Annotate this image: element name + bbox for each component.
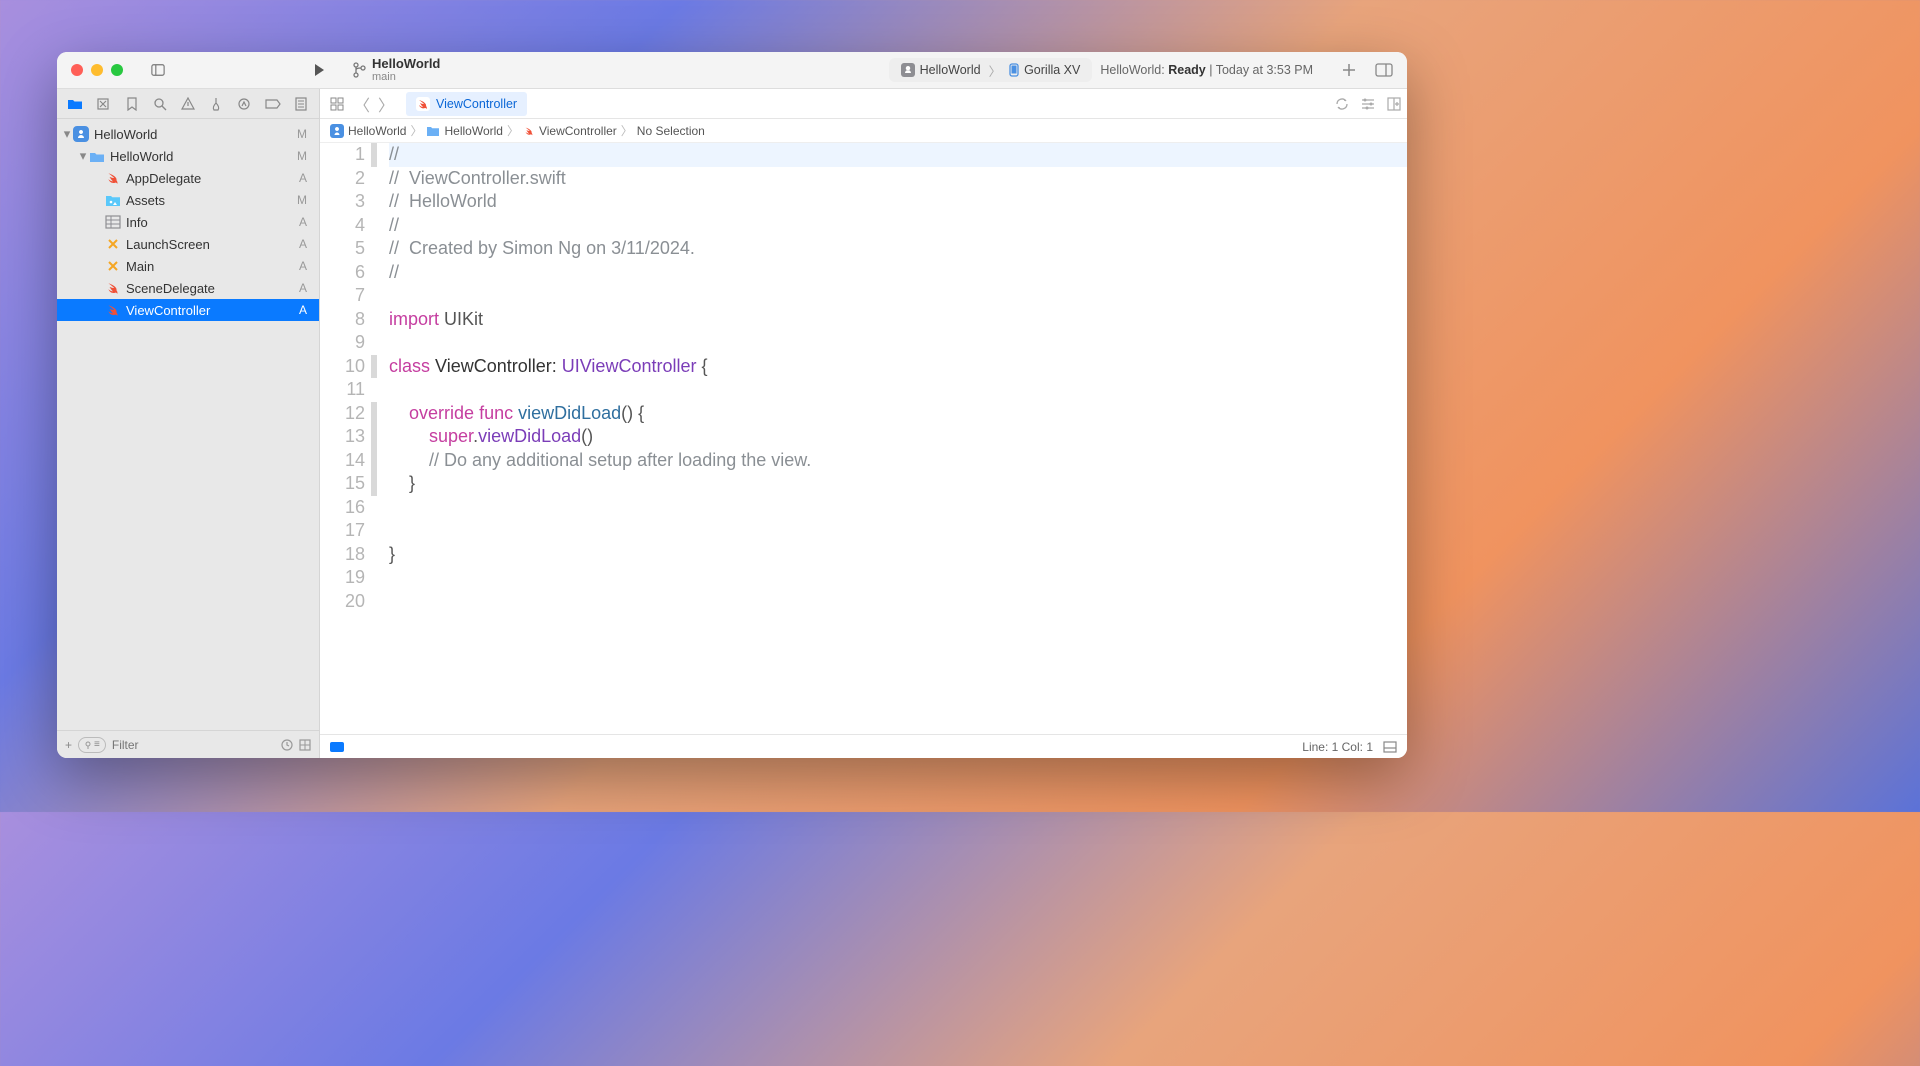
file-label: Assets	[126, 193, 297, 208]
assets-file-icon	[105, 192, 121, 208]
tree-group-folder[interactable]: ▾ HelloWorld M	[57, 145, 319, 167]
toggle-navigator-button[interactable]	[145, 60, 171, 80]
branch-icon	[352, 62, 366, 78]
traffic-lights	[71, 64, 123, 76]
file-label: AppDelegate	[126, 171, 299, 186]
add-button[interactable]	[1341, 62, 1357, 78]
titlebar: HelloWorld main HelloWorld 〉 Gorilla XV …	[57, 52, 1407, 89]
add-editor-button[interactable]	[1387, 97, 1401, 111]
file-scm-status: A	[299, 281, 307, 295]
scheme-target: HelloWorld	[920, 63, 981, 77]
editor-tab[interactable]: ViewController	[406, 92, 527, 116]
close-window-button[interactable]	[71, 64, 83, 76]
xcode-window: HelloWorld main HelloWorld 〉 Gorilla XV …	[57, 52, 1407, 758]
activity-status: HelloWorld: Ready | Today at 3:53 PM	[1100, 63, 1313, 77]
tree-file-appdelegate[interactable]: AppDelegateA	[57, 167, 319, 189]
filter-scope-toggle[interactable]: ≡	[78, 737, 106, 753]
code-content[interactable]: // // ViewController.swift // HelloWorld…	[377, 143, 1407, 734]
file-scm-status: A	[299, 303, 307, 317]
swift-file-icon	[105, 302, 121, 318]
plist-file-icon	[105, 214, 121, 230]
breakpoint-indicator-icon[interactable]	[330, 742, 344, 752]
tree-file-info[interactable]: InfoA	[57, 211, 319, 233]
editor-area: 〈 〉 ViewController HelloWorld 〉 HelloWor…	[320, 89, 1407, 758]
project-icon	[330, 124, 344, 138]
sync-editor-button[interactable]	[1335, 97, 1349, 111]
editor-statusbar: Line: 1 Col: 1	[320, 734, 1407, 758]
storyboard-file-icon	[105, 258, 121, 274]
tree-file-main[interactable]: MainA	[57, 255, 319, 277]
swift-file-icon	[416, 97, 430, 111]
navigator-filter-bar: + ≡	[57, 730, 319, 758]
file-scm-status: A	[299, 259, 307, 273]
nav-back-button[interactable]: 〈	[352, 92, 372, 116]
scm-filter-button[interactable]	[299, 739, 311, 751]
nav-forward-button[interactable]: 〉	[376, 92, 396, 116]
crumb-project[interactable]: HelloWorld	[348, 124, 406, 138]
chevron-down-icon[interactable]: ▾	[77, 148, 89, 164]
navigator-sidebar: ▾ HelloWorld M ▾ HelloWorld M AppDelegat…	[57, 89, 320, 758]
crumb-selection[interactable]: No Selection	[637, 124, 705, 138]
folder-icon	[89, 148, 105, 164]
editor-tabbar: 〈 〉 ViewController	[320, 89, 1407, 119]
library-button[interactable]	[1375, 63, 1393, 77]
bookmark-navigator-tab[interactable]	[121, 97, 143, 111]
file-label: Main	[126, 259, 299, 274]
find-navigator-tab[interactable]	[149, 97, 171, 111]
file-label: SceneDelegate	[126, 281, 299, 296]
swift-file-icon	[523, 125, 535, 137]
zoom-window-button[interactable]	[111, 64, 123, 76]
tree-project-root[interactable]: ▾ HelloWorld M	[57, 123, 319, 145]
file-label: ViewController	[126, 303, 299, 318]
issue-navigator-tab[interactable]	[177, 97, 199, 111]
jump-bar[interactable]: HelloWorld 〉 HelloWorld 〉 ViewController…	[320, 119, 1407, 143]
tree-file-scenedelegate[interactable]: SceneDelegateA	[57, 277, 319, 299]
file-scm-status: M	[297, 193, 307, 207]
add-file-button[interactable]: +	[65, 738, 72, 752]
scheme-project-title[interactable]: HelloWorld main	[372, 57, 440, 83]
related-items-button[interactable]	[326, 97, 348, 111]
file-scm-status: A	[299, 171, 307, 185]
tree-file-launchscreen[interactable]: LaunchScreenA	[57, 233, 319, 255]
scheme-device: Gorilla XV	[1024, 63, 1080, 77]
file-scm-status: A	[299, 237, 307, 251]
swift-file-icon	[105, 280, 121, 296]
file-label: Info	[126, 215, 299, 230]
tree-file-viewcontroller[interactable]: ViewControllerA	[57, 299, 319, 321]
crumb-file[interactable]: ViewController	[539, 124, 617, 138]
app-icon	[901, 63, 915, 77]
project-icon	[73, 126, 89, 142]
navigator-selector-bar	[57, 89, 319, 119]
report-navigator-tab[interactable]	[290, 97, 312, 111]
line-number-gutter: 1234567891011121314151617181920	[320, 143, 371, 734]
cursor-position: Line: 1 Col: 1	[1302, 740, 1373, 754]
device-icon	[1009, 63, 1019, 77]
toggle-debug-area-button[interactable]	[1383, 741, 1397, 753]
adjust-editor-button[interactable]	[1361, 97, 1375, 111]
source-control-navigator-tab[interactable]	[92, 97, 114, 111]
debug-navigator-tab[interactable]	[233, 97, 255, 111]
breakpoint-navigator-tab[interactable]	[262, 99, 284, 109]
tree-file-assets[interactable]: AssetsM	[57, 189, 319, 211]
minimize-window-button[interactable]	[91, 64, 103, 76]
recent-filter-button[interactable]	[281, 739, 293, 751]
filter-input[interactable]	[112, 738, 275, 752]
branch-name: main	[372, 71, 440, 83]
file-tree: ▾ HelloWorld M ▾ HelloWorld M AppDelegat…	[57, 119, 319, 730]
test-navigator-tab[interactable]	[205, 97, 227, 111]
crumb-group[interactable]: HelloWorld	[444, 124, 502, 138]
scheme-selector[interactable]: HelloWorld 〉 Gorilla XV	[889, 58, 1093, 82]
storyboard-file-icon	[105, 236, 121, 252]
run-button[interactable]	[304, 55, 334, 85]
file-label: LaunchScreen	[126, 237, 299, 252]
project-navigator-tab[interactable]	[64, 97, 86, 110]
scheme-separator-icon: 〉	[989, 61, 1002, 80]
file-scm-status: A	[299, 215, 307, 229]
swift-file-icon	[105, 170, 121, 186]
folder-icon	[426, 125, 440, 137]
source-editor[interactable]: 1234567891011121314151617181920 // // Vi…	[320, 143, 1407, 734]
project-name: HelloWorld	[372, 57, 440, 71]
chevron-down-icon[interactable]: ▾	[61, 126, 73, 142]
tab-label: ViewController	[436, 97, 517, 111]
